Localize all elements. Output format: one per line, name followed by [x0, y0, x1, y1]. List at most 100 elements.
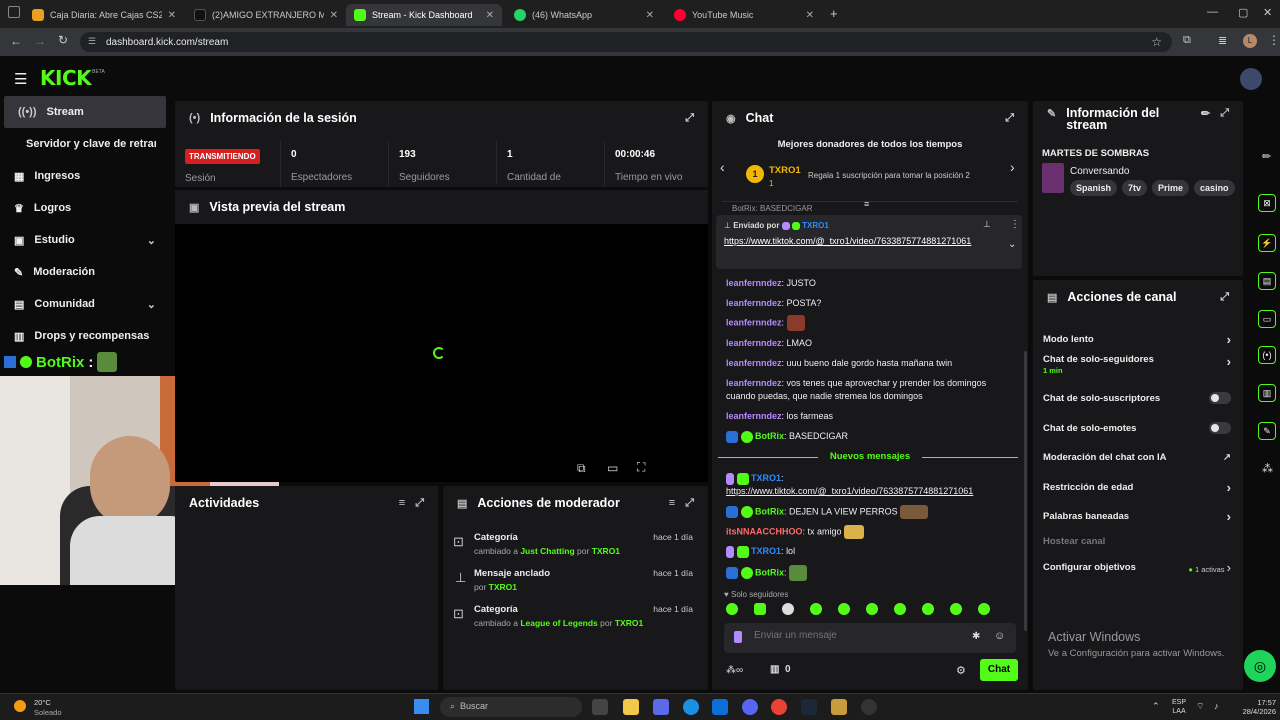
- fullscreen-icon[interactable]: ⛶: [637, 460, 645, 475]
- filter-icon[interactable]: ≡: [399, 497, 405, 509]
- back-icon[interactable]: ←: [10, 34, 22, 48]
- send-chat-button[interactable]: Chat: [980, 659, 1018, 681]
- copilot-icon[interactable]: [653, 699, 669, 715]
- steam-icon[interactable]: [801, 699, 817, 715]
- rail-more-icon[interactable]: ⁂: [1262, 462, 1273, 475]
- donor-name[interactable]: TXRO1: [769, 165, 801, 176]
- channel-action-ai-moderation[interactable]: Moderación del chat con IA ↗: [1043, 445, 1231, 469]
- volume-icon[interactable]: ♪: [1214, 701, 1219, 711]
- gift-prompt[interactable]: Regala 1 suscripción para tomar la posic…: [808, 171, 970, 180]
- sidebar-item-ingresos[interactable]: ▦ Ingresos: [0, 160, 170, 192]
- channel-action-goals[interactable]: Configurar objetivos ● 1 activas ›: [1043, 555, 1231, 579]
- chevron-right-icon[interactable]: ›: [1010, 159, 1015, 175]
- sparkle-icon[interactable]: ✱: [972, 631, 980, 642]
- unpin-icon[interactable]: ⊥: [983, 219, 991, 230]
- kick-logo[interactable]: KICK BETA: [40, 66, 105, 90]
- site-info-icon[interactable]: ☰: [88, 36, 96, 47]
- file-explorer-icon[interactable]: [623, 699, 639, 715]
- hamburger-menu-icon[interactable]: ☰: [14, 70, 27, 88]
- task-view-icon[interactable]: [592, 699, 608, 715]
- emote-icon[interactable]: [922, 603, 934, 615]
- settings-gear-icon[interactable]: ⚙: [956, 664, 966, 677]
- tag-chip[interactable]: 7tv: [1122, 180, 1148, 196]
- emote-icon[interactable]: [754, 603, 766, 615]
- points-icon[interactable]: ⁂∞: [726, 665, 743, 676]
- sidebar-item-estudio[interactable]: ▣ Estudio ⌄: [0, 224, 170, 256]
- sidebar-item-comunidad[interactable]: ▤ Comunidad ⌄: [0, 288, 170, 320]
- minimize-icon[interactable]: —: [1207, 6, 1218, 18]
- browser-tab-active[interactable]: Stream - Kick Dashboard ✕: [346, 4, 502, 26]
- clock[interactable]: 17:57 28/4/2026: [1232, 698, 1276, 716]
- new-tab-icon[interactable]: +: [830, 6, 838, 21]
- pinned-link[interactable]: https://www.tiktok.com/@_txro1/video/763…: [724, 235, 999, 248]
- browser-tab[interactable]: Caja Diaria: Abre Cajas CS2 (CS ✕: [24, 4, 184, 26]
- sidebar-item-server-key[interactable]: Servidor y clave de retransn: [0, 128, 170, 160]
- channel-action-followers-only[interactable]: Chat de solo-seguidores 1 min ›: [1043, 354, 1231, 384]
- chrome-icon[interactable]: [771, 699, 787, 715]
- emote-icon[interactable]: [978, 603, 990, 615]
- emote-icon[interactable]: [782, 603, 794, 615]
- channel-action-banned-words[interactable]: Palabras baneadas ›: [1043, 504, 1231, 528]
- help-button[interactable]: ◎: [1244, 650, 1276, 682]
- emote-icon[interactable]: [810, 603, 822, 615]
- chevron-left-icon[interactable]: ‹: [720, 159, 725, 175]
- popout-icon[interactable]: ⤢: [1220, 107, 1229, 120]
- popout-icon[interactable]: ⤢: [1220, 291, 1229, 304]
- close-tab-icon[interactable]: ✕: [486, 10, 494, 21]
- discord-icon[interactable]: [742, 699, 758, 715]
- reload-icon[interactable]: ↻: [58, 33, 68, 47]
- channel-action-subs-only[interactable]: Chat de solo-suscriptores: [1043, 386, 1231, 410]
- emoji-icon[interactable]: ☺: [994, 630, 1005, 642]
- emote-icon[interactable]: [950, 603, 962, 615]
- url-field[interactable]: ☰ dashboard.kick.com/stream ☆: [80, 32, 1172, 52]
- media-icon[interactable]: ≣: [1218, 34, 1227, 47]
- rail-chat-icon[interactable]: ▭: [1258, 310, 1276, 328]
- tag-chip[interactable]: casino: [1194, 180, 1235, 196]
- emote-icon[interactable]: [866, 603, 878, 615]
- sidebar-item-stream[interactable]: ((•)) Stream: [4, 96, 166, 128]
- maximize-icon[interactable]: ▢: [1238, 6, 1248, 19]
- league-icon[interactable]: [831, 699, 847, 715]
- channel-action-slow-mode[interactable]: Modo lento ›: [1043, 327, 1231, 351]
- chat-input-box[interactable]: ✱ ☺: [724, 623, 1016, 653]
- browser-tab[interactable]: YouTube Music ✕: [666, 4, 822, 26]
- sidebar-item-moderacion[interactable]: ✎ Moderación: [0, 256, 170, 288]
- edit-icon[interactable]: ✏: [1262, 150, 1271, 163]
- popout-icon[interactable]: ⤢: [415, 497, 424, 510]
- forward-icon[interactable]: →: [34, 34, 46, 48]
- edge-icon[interactable]: [683, 699, 699, 715]
- popout-icon[interactable]: ⤢: [685, 112, 694, 125]
- popout-icon[interactable]: ⤢: [685, 497, 694, 510]
- popout-icon[interactable]: ⤢: [1005, 112, 1014, 125]
- bookmark-star-icon[interactable]: ☆: [1151, 35, 1162, 49]
- close-tab-icon[interactable]: ✕: [806, 10, 814, 21]
- chat-input[interactable]: [754, 630, 954, 641]
- close-tab-icon[interactable]: ✕: [646, 10, 654, 21]
- filter-icon[interactable]: ≡: [669, 497, 675, 509]
- channel-action-emotes-only[interactable]: Chat de solo-emotes: [1043, 416, 1231, 440]
- sidebar-item-drops[interactable]: ▥ Drops y recompensas: [0, 320, 170, 352]
- browser-tab[interactable]: (2)AMIGO EXTRANJERO ME HA ✕: [186, 4, 346, 26]
- extensions-icon[interactable]: ⧉: [1183, 34, 1191, 47]
- rail-document-icon[interactable]: ▤: [1258, 272, 1276, 290]
- network-icon[interactable]: ⌔: [1196, 701, 1204, 712]
- edit-icon[interactable]: ✏: [1201, 107, 1210, 120]
- rail-toggle-icon[interactable]: ⊠: [1258, 194, 1276, 212]
- rail-wrench-icon[interactable]: ✎: [1258, 422, 1276, 440]
- channel-action-age-restriction[interactable]: Restricción de edad ›: [1043, 475, 1231, 499]
- tray-chevron-icon[interactable]: ⌃: [1152, 701, 1160, 712]
- store-icon[interactable]: [712, 699, 728, 715]
- windows-start-icon[interactable]: [414, 699, 429, 714]
- profile-avatar[interactable]: L: [1243, 34, 1257, 48]
- emote-icon[interactable]: [838, 603, 850, 615]
- tab-search-icon[interactable]: [8, 6, 20, 18]
- pip-icon[interactable]: ⧉: [577, 461, 586, 476]
- theater-icon[interactable]: ▭: [607, 461, 618, 475]
- emote-icon[interactable]: [894, 603, 906, 615]
- tag-chip[interactable]: Prime: [1152, 180, 1190, 196]
- chat-scrollbar[interactable]: [1024, 351, 1027, 631]
- emote-icon[interactable]: [726, 603, 738, 615]
- browser-tab[interactable]: (46) WhatsApp ✕: [506, 4, 662, 26]
- chevron-down-icon[interactable]: ⌄: [1008, 239, 1016, 250]
- rail-broadcast-icon[interactable]: (•): [1258, 346, 1276, 364]
